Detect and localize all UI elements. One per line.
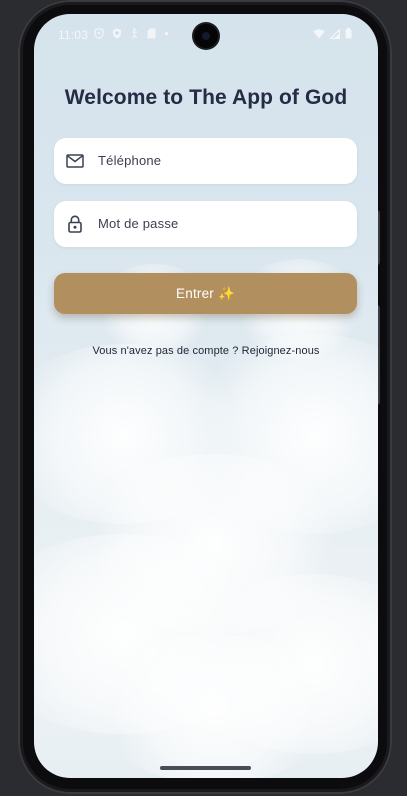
- battery-icon: [345, 28, 352, 39]
- password-field[interactable]: Mot de passe: [54, 201, 357, 247]
- status-system-icons: [313, 28, 352, 39]
- accessibility-icon: [131, 28, 138, 39]
- lock-icon: [68, 215, 82, 233]
- status-notification-icons: [94, 28, 169, 39]
- cloud-decoration: [184, 574, 378, 754]
- mail-icon: [66, 154, 84, 168]
- signal-icon: [330, 28, 340, 39]
- cloud-decoration: [34, 344, 254, 524]
- phone-field-placeholder: Téléphone: [98, 153, 162, 168]
- cloud-decoration: [74, 454, 354, 634]
- phone-field[interactable]: Téléphone: [54, 138, 357, 184]
- status-bar: 11:03: [34, 14, 378, 58]
- cloud-decoration: [34, 534, 274, 734]
- front-camera: [194, 24, 218, 48]
- status-time: 11:03: [58, 28, 89, 42]
- app-screen: 11:03 Welcome to The App of God Téléphon…: [34, 14, 378, 778]
- dot-icon: [164, 31, 169, 36]
- cloud-decoration: [184, 334, 378, 534]
- sd-card-icon: [147, 28, 156, 39]
- signup-link[interactable]: Vous n'avez pas de compte ? Rejoignez-no…: [34, 345, 378, 357]
- wifi-icon: [313, 28, 325, 38]
- home-indicator[interactable]: [160, 766, 251, 770]
- password-field-placeholder: Mot de passe: [98, 216, 179, 231]
- enter-button[interactable]: Entrer ✨: [54, 273, 357, 314]
- page-title: Welcome to The App of God: [64, 86, 348, 109]
- shield-icon: [94, 28, 104, 39]
- cloud-decoration: [94, 634, 334, 778]
- shield-check-icon: [113, 28, 121, 39]
